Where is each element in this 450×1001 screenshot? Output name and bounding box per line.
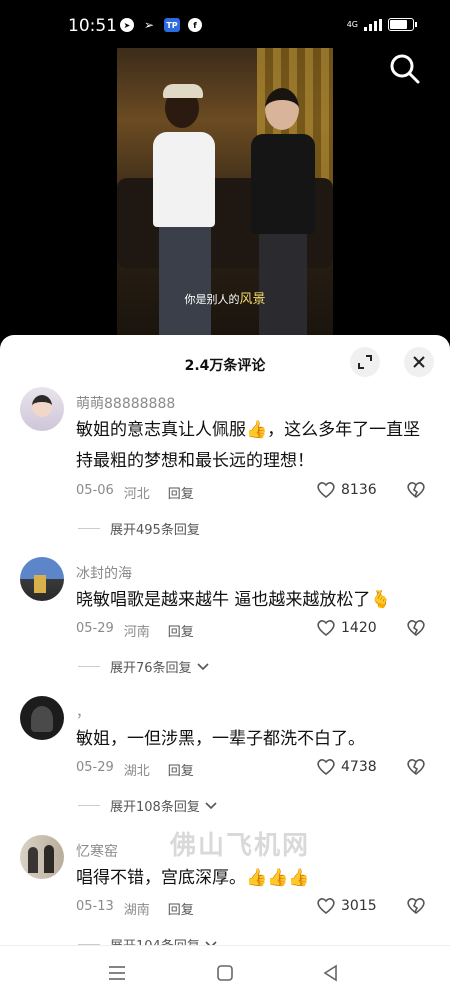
- close-comments-button[interactable]: [404, 347, 434, 377]
- facebook-icon: f: [188, 18, 202, 32]
- heart-icon: [317, 620, 335, 637]
- like-count: 1420: [341, 620, 377, 636]
- reply-button[interactable]: 回复: [168, 621, 194, 640]
- comment-text: 敏姐，一但涉黑，一辈子都洗不白了。: [76, 729, 365, 749]
- dislike-button[interactable]: [406, 481, 426, 503]
- comment-text: 晓敏唱歌是越来越牛 逼也越来越放松了🫰: [76, 590, 392, 610]
- heart-icon: [317, 482, 335, 499]
- comment-meta: 05-13 湖南 回复: [76, 899, 194, 918]
- expand-replies-label: 展开108条回复: [110, 800, 200, 815]
- close-icon: [413, 356, 425, 368]
- broken-heart-icon: [407, 898, 425, 915]
- avatar[interactable]: [20, 387, 64, 431]
- expand-replies-button[interactable]: 展开495条回复: [78, 519, 200, 538]
- video-player[interactable]: 你是别人的风景: [117, 48, 333, 338]
- comment-location: 河北: [123, 487, 150, 502]
- menu-nav-button[interactable]: [104, 960, 130, 986]
- dislike-button[interactable]: [406, 619, 426, 641]
- broken-heart-icon: [407, 620, 425, 637]
- telegram-icon: ➤: [120, 18, 134, 32]
- like-button[interactable]: 3015: [316, 897, 377, 915]
- home-nav-button[interactable]: [212, 960, 238, 986]
- avatar[interactable]: [20, 696, 64, 740]
- like-button[interactable]: 4738: [316, 758, 377, 776]
- comment-location: 河南: [123, 625, 150, 640]
- signal-icon: [364, 18, 382, 31]
- send-icon: ➢: [143, 18, 155, 32]
- comment-date: 05-13: [76, 899, 114, 914]
- broken-heart-icon: [407, 759, 425, 776]
- back-nav-button[interactable]: [318, 960, 344, 986]
- heart-icon: [317, 759, 335, 776]
- comment-username[interactable]: 萌萌88888888: [76, 393, 175, 413]
- comment-username[interactable]: 冰封的海: [76, 563, 132, 583]
- comments-panel: 2.4万条评论 萌萌88888888 敏姐的意志真让人佩服👍，这么多年了一直坚持…: [0, 335, 450, 1000]
- network-type: 4G: [346, 20, 358, 29]
- comment-text: 敏姐的意志真让人佩服👍，这么多年了一直坚持最粗的梦想和最长远的理想！: [76, 420, 421, 471]
- comment-location: 湖南: [123, 903, 150, 918]
- comment-meta: 05-29 湖北 回复: [76, 760, 194, 779]
- dislike-button[interactable]: [406, 897, 426, 919]
- subtitle-highlight: 风景: [239, 292, 266, 307]
- comment-username[interactable]: 忆寒窑: [76, 841, 118, 861]
- heart-icon: [317, 898, 335, 915]
- like-count: 8136: [341, 482, 377, 498]
- fullscreen-comments-button[interactable]: [350, 347, 380, 377]
- comment-location: 湖北: [123, 764, 150, 779]
- reply-button[interactable]: 回复: [168, 760, 194, 779]
- dislike-button[interactable]: [406, 758, 426, 780]
- status-app-icons: ➤ ➢ TP f: [120, 18, 202, 32]
- like-count: 3015: [341, 898, 377, 914]
- like-button[interactable]: 1420: [316, 619, 377, 637]
- chevron-down-icon: [205, 801, 217, 809]
- comment-meta: 05-06 河北 回复: [76, 483, 194, 502]
- avatar[interactable]: [20, 557, 64, 601]
- comment-meta: 05-29 河南 回复: [76, 621, 194, 640]
- comment-date: 05-06: [76, 483, 114, 498]
- reply-button[interactable]: 回复: [168, 483, 194, 502]
- battery-icon: [388, 18, 417, 31]
- menu-icon: [109, 966, 125, 980]
- comment-username[interactable]: ，: [76, 702, 90, 722]
- watermark: 佛山飞机网: [170, 831, 311, 861]
- back-triangle-icon: [323, 964, 337, 982]
- expand-replies-label: 展开495条回复: [110, 523, 200, 538]
- like-button[interactable]: 8136: [316, 481, 377, 499]
- video-subtitle: 你是别人的风景: [117, 288, 333, 307]
- expand-replies-button[interactable]: 展开76条回复: [78, 657, 210, 676]
- comment-text: 唱得不错，宫底深厚。👍👍👍: [76, 868, 310, 888]
- search-icon: [390, 54, 420, 84]
- status-indicators: 4G: [346, 18, 417, 31]
- system-nav-bar: [0, 945, 450, 1001]
- tp-app-icon: TP: [164, 18, 180, 32]
- reply-button[interactable]: 回复: [168, 899, 194, 918]
- broken-heart-icon: [407, 482, 425, 499]
- comment-date: 05-29: [76, 760, 114, 775]
- avatar[interactable]: [20, 835, 64, 879]
- like-count: 4738: [341, 759, 377, 775]
- expand-replies-label: 展开76条回复: [110, 661, 192, 676]
- comment-date: 05-29: [76, 621, 114, 636]
- status-bar: 10:51 ➤ ➢ TP f 4G: [0, 0, 450, 48]
- expand-replies-button[interactable]: 展开108条回复: [78, 796, 218, 815]
- search-button[interactable]: [388, 52, 422, 86]
- expand-icon: [358, 355, 372, 369]
- chevron-down-icon: [196, 662, 209, 670]
- status-time: 10:51: [68, 16, 117, 36]
- comments-count-title: 2.4万条评论: [184, 358, 266, 374]
- subtitle-text: 你是别人的: [184, 293, 240, 306]
- home-square-icon: [217, 965, 233, 981]
